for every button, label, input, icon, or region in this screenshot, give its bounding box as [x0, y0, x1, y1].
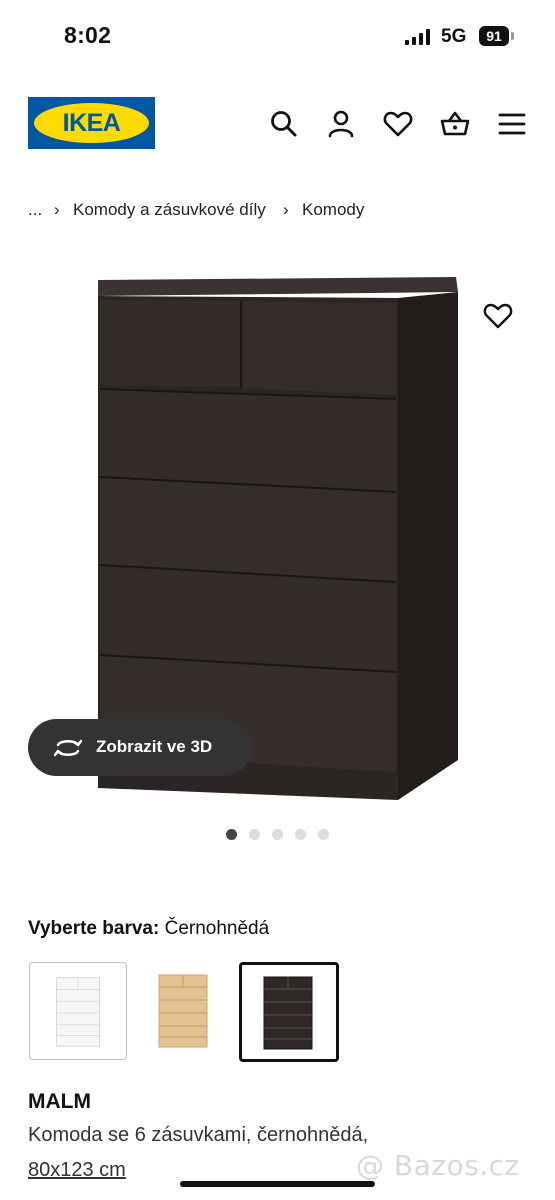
battery-level: 91	[479, 26, 509, 46]
pagination-dot[interactable]	[249, 829, 260, 840]
color-option-black-brown[interactable]	[239, 962, 339, 1062]
logo-text: IKEA	[62, 109, 121, 137]
color-option-white[interactable]	[29, 962, 127, 1060]
breadcrumb-ellipsis[interactable]: ...	[28, 200, 42, 220]
color-selection-line: Vyberte barva: Černohnědá	[28, 918, 269, 940]
color-option-oak[interactable]	[138, 962, 236, 1060]
status-time: 8:02	[64, 22, 112, 48]
home-indicator[interactable]	[180, 1181, 375, 1187]
pagination-dot[interactable]	[318, 829, 329, 840]
menu-icon[interactable]	[496, 108, 528, 140]
pagination-dot[interactable]	[272, 829, 283, 840]
pagination-dot[interactable]	[295, 829, 306, 840]
gallery-pagination	[226, 829, 336, 841]
breadcrumb-item-dressers[interactable]: Komody	[302, 200, 364, 220]
add-to-favorites-icon[interactable]	[482, 300, 514, 332]
ikea-logo[interactable]: IKEA	[28, 97, 155, 149]
product-name: MALM	[28, 1090, 91, 1113]
battery-icon: 91	[479, 26, 515, 46]
chevron-right-icon: ›	[54, 200, 60, 219]
watermark: @ Bazos.cz	[356, 1149, 520, 1182]
view-in-3d-label: Zobrazit ve 3D	[96, 737, 213, 756]
favorites-icon[interactable]	[382, 108, 414, 140]
view-in-3d-button[interactable]: Zobrazit ve 3D	[28, 719, 252, 776]
rotate-3d-icon	[52, 735, 84, 761]
pagination-dot[interactable]	[226, 829, 237, 840]
cart-icon[interactable]	[439, 108, 471, 140]
account-icon[interactable]	[325, 108, 357, 140]
search-icon[interactable]	[268, 108, 300, 140]
breadcrumb-item-chests-drawers[interactable]: Komody a zásuvkové díly	[73, 200, 266, 220]
color-label: Vyberte barva:	[28, 918, 160, 939]
product-size-link[interactable]: 80x123 cm	[28, 1159, 126, 1182]
chevron-right-icon: ›	[283, 200, 289, 219]
product-description: Komoda se 6 zásuvkami, černohnědá,	[28, 1124, 369, 1146]
network-type: 5G	[441, 26, 467, 47]
selected-color: Černohnědá	[164, 918, 270, 939]
signal-icon	[405, 29, 431, 45]
